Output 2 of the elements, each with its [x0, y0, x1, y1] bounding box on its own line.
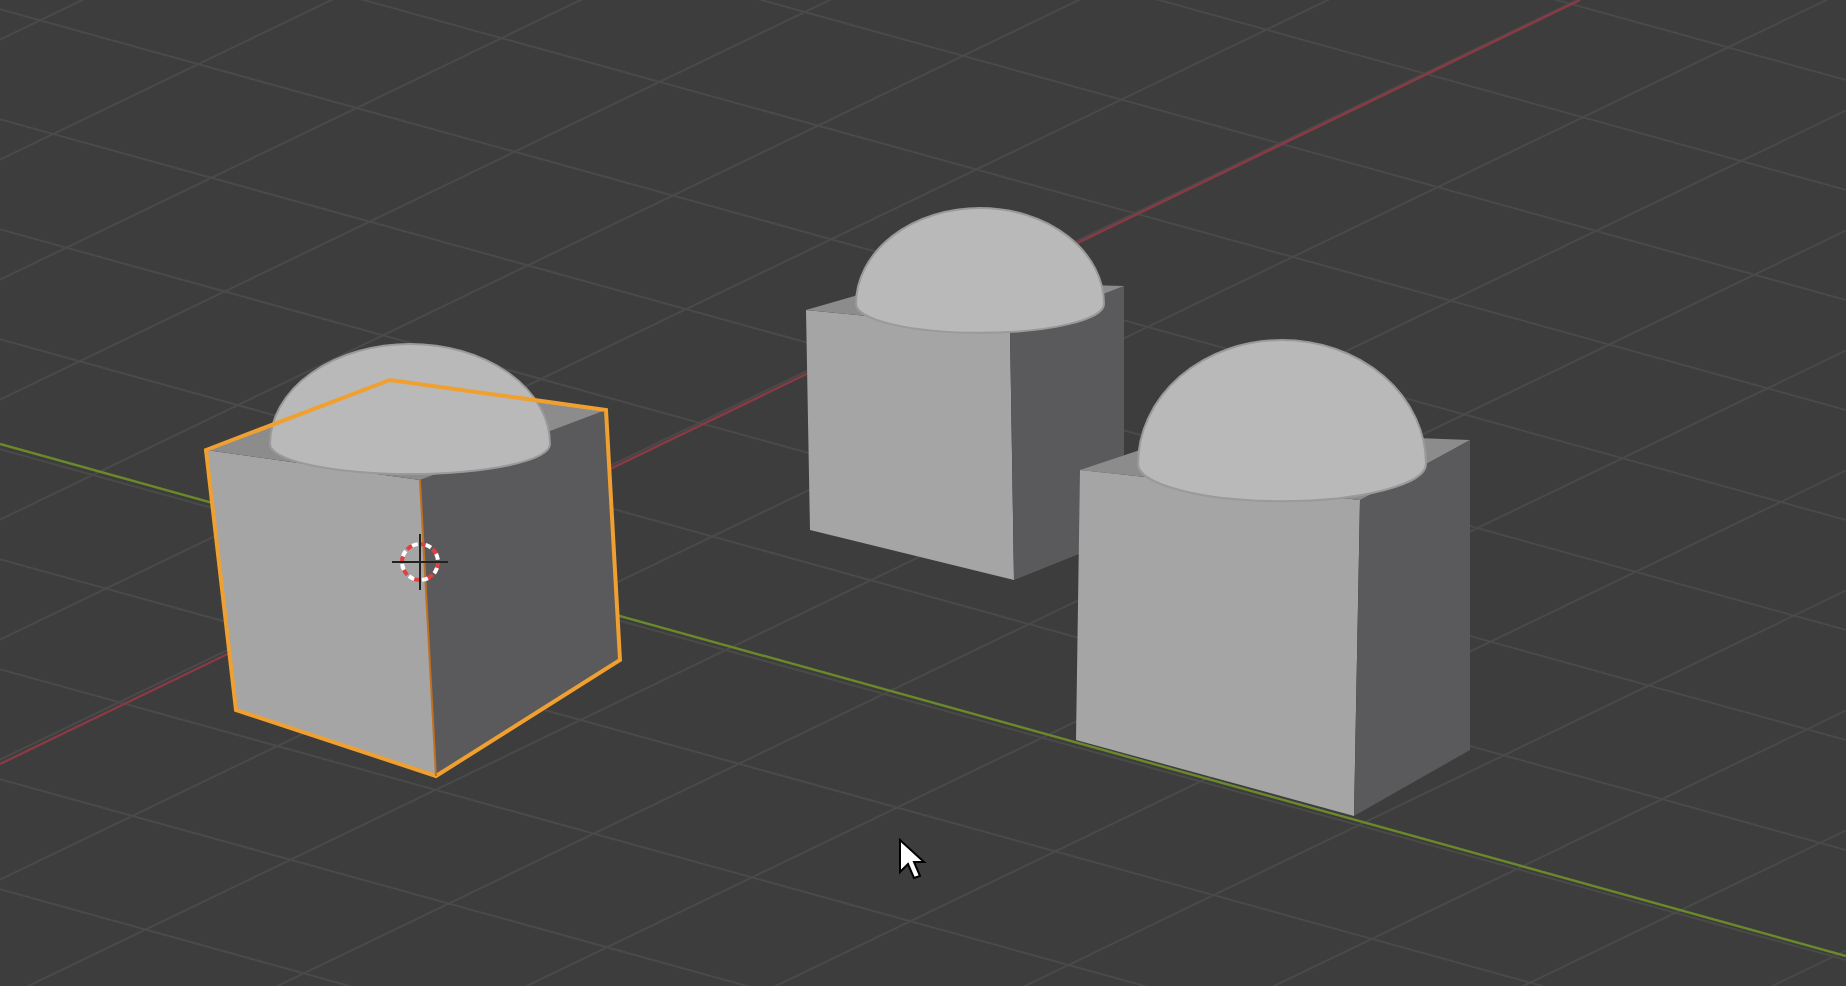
mouse-pointer-icon [899, 837, 927, 880]
3d-cursor-icon [391, 533, 449, 591]
